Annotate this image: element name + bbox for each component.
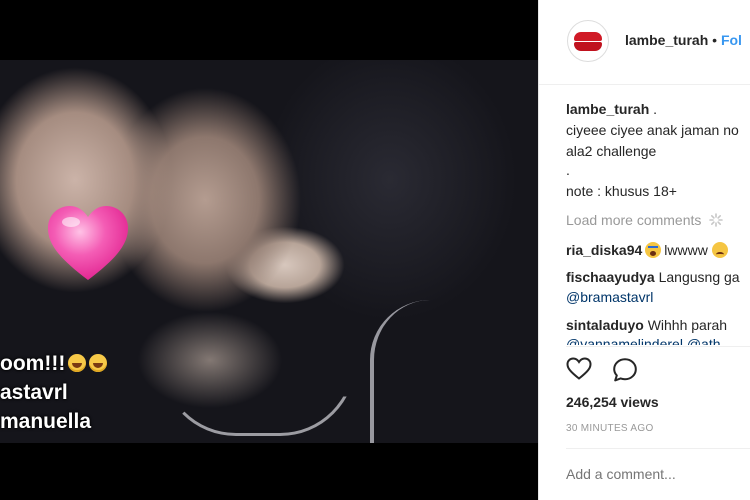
heart-sticker-icon (48, 206, 128, 280)
screaming-face-emoji-icon (645, 242, 662, 258)
load-more-comments-button[interactable]: Load more comments (566, 212, 724, 228)
laughing-emoji-icon (89, 354, 108, 372)
divider (566, 346, 750, 347)
comment-username[interactable]: fischaayudya (566, 269, 655, 285)
header-username[interactable]: lambe_turah (625, 32, 708, 48)
caption-line-4: . (566, 162, 570, 178)
avatar[interactable] (567, 20, 609, 62)
post-panel: lambe_turah • Fol lambe_turah . ciyeee c… (538, 0, 750, 500)
caption-line-1: . (653, 101, 658, 117)
post-timestamp: 30 MINUTES AGO (566, 423, 654, 434)
overlay-line-2: astavrl (0, 381, 68, 404)
comment-mention-link[interactable]: @vannamelinderel @ath (566, 336, 721, 345)
video-frame[interactable]: oom!!! astavrl manuella (0, 60, 538, 443)
comment-text: lwwww (664, 242, 708, 258)
comment-row: fischaayudya Langusng ga (566, 269, 740, 285)
comment-text: Langusng ga (658, 269, 740, 285)
header-username-row: lambe_turah • Fol (625, 32, 742, 48)
comment-mention-link[interactable]: @bramastavrl (566, 289, 653, 305)
overlay-line-3: manuella (0, 410, 92, 433)
views-count: 246,254 views (566, 394, 659, 410)
caption-username[interactable]: lambe_turah (566, 101, 649, 117)
follow-button[interactable]: Fol (721, 32, 742, 48)
caption-line-3: ala2 challenge (566, 143, 657, 159)
add-comment-input[interactable] (566, 466, 750, 482)
divider (566, 448, 750, 449)
comment-username[interactable]: ria_diska94 (566, 242, 642, 258)
video-player[interactable]: oom!!! astavrl manuella (0, 0, 538, 500)
comment-row: sintaladuyo Wihhh parah (566, 317, 727, 333)
lips-logo-lower (574, 42, 602, 51)
caption-first-line: lambe_turah . (566, 101, 657, 117)
spinner-icon (709, 213, 724, 227)
caption-line-2: ciyeee ciyee anak jaman no (566, 122, 739, 138)
header-separator: • (712, 32, 718, 48)
comment-text: Wihhh parah (647, 317, 728, 333)
comment-row: ria_diska94 lwwww (566, 242, 728, 258)
speech-bubble-icon[interactable] (612, 357, 638, 383)
overlay-line-1: oom!!! (0, 352, 108, 376)
letterbox-bottom (0, 443, 538, 500)
letterbox-top (0, 0, 538, 60)
heart-outline-icon[interactable] (566, 357, 592, 381)
shirt-collar (160, 360, 356, 436)
laughing-emoji-icon (68, 354, 87, 372)
lips-logo-icon (574, 32, 602, 41)
post-header: lambe_turah • Fol (539, 0, 750, 85)
shirt-trim (370, 300, 494, 443)
sad-face-emoji-icon (711, 242, 728, 258)
comment-username[interactable]: sintaladuyo (566, 317, 644, 333)
caption-line-5: note : khusus 18+ (566, 183, 677, 199)
